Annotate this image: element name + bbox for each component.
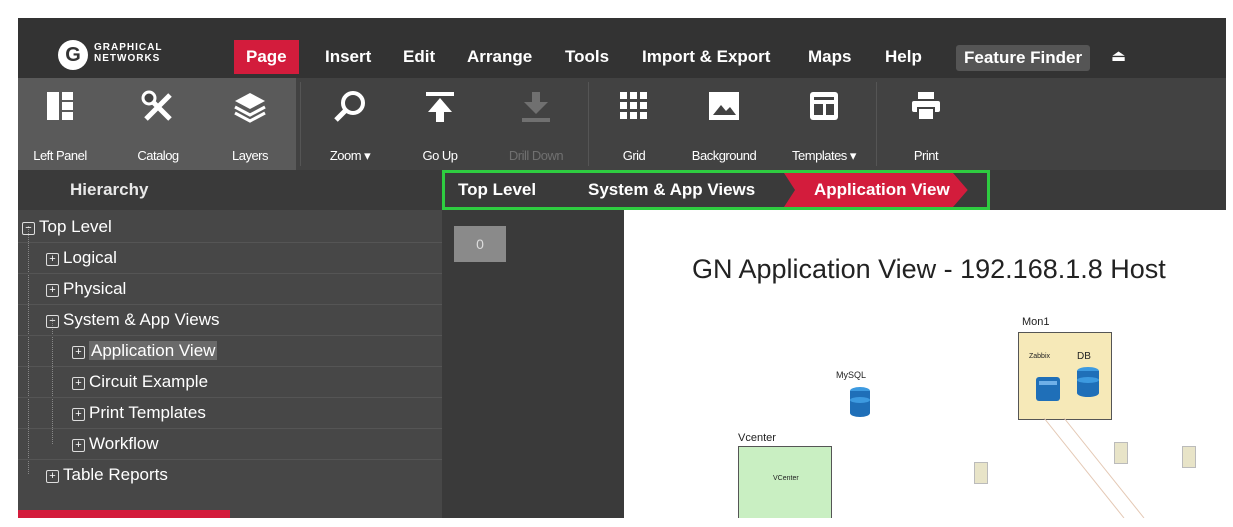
catalog-label: Catalog [137, 148, 179, 163]
menu-maps[interactable]: Maps [796, 40, 863, 74]
tree-node-table-reports[interactable]: + Table Reports [46, 460, 168, 490]
layers-label: Layers [231, 148, 269, 163]
menu-arrange[interactable]: Arrange [455, 40, 544, 74]
image-icon [684, 90, 764, 126]
expand-toggle-icon[interactable]: + [72, 408, 85, 421]
hierarchy-title: Hierarchy [18, 170, 442, 210]
connection-lines [1043, 417, 1145, 518]
layers-icon [210, 90, 290, 126]
print-button[interactable]: Print [886, 78, 966, 170]
menu-help[interactable]: Help [873, 40, 934, 74]
layers-button[interactable]: Layers [210, 78, 290, 170]
tree-node-application-view[interactable]: + Application View [72, 336, 218, 366]
tree-node-label: Circuit Example [89, 372, 209, 391]
logo-text: GRAPHICAL NETWORKS [94, 42, 162, 64]
zoom-label: Zoom ▾ [329, 148, 371, 163]
tree-node-label: System & App Views [63, 310, 220, 329]
menu-import-export[interactable]: Import & Export [630, 40, 782, 74]
background-button[interactable]: Background [684, 78, 764, 170]
arrow-down-icon [496, 90, 576, 126]
logo-line-2: NETWORKS [94, 53, 161, 64]
eject-icon[interactable]: ⏏ [1111, 46, 1126, 66]
left-panel-button[interactable]: Left Panel [20, 78, 100, 170]
toolbar-divider [588, 82, 589, 166]
wrench-screwdriver-icon [118, 90, 198, 126]
app-window: G GRAPHICAL NETWORKS Page Insert Edit Ar… [18, 18, 1226, 518]
feature-finder-button[interactable]: Feature Finder [956, 45, 1091, 71]
grid-icon [594, 90, 674, 126]
logo-mark: G [58, 40, 88, 70]
tree-node-label: Table Reports [63, 465, 168, 484]
background-label: Background [691, 148, 757, 163]
logo-line-1: GRAPHICAL [94, 42, 163, 53]
toolbar-divider [876, 82, 877, 166]
search-icon [310, 90, 390, 126]
expand-toggle-icon[interactable]: + [72, 346, 85, 359]
tree-node-logical[interactable]: + Logical [46, 243, 117, 273]
side-column: 0 [442, 210, 624, 518]
zoom-button[interactable]: Zoom ▾ [310, 78, 390, 170]
collapse-toggle-icon[interactable]: − [46, 315, 59, 328]
menu-insert[interactable]: Insert [313, 40, 383, 74]
expand-toggle-icon[interactable]: + [46, 284, 59, 297]
drill-down-button[interactable]: Drill Down [496, 78, 576, 170]
printer-icon [886, 90, 966, 126]
tree-node-label-selected: Application View [89, 341, 218, 360]
breadcrumb-highlight [442, 170, 990, 210]
go-up-label: Go Up [422, 148, 458, 163]
tree-node-label: Workflow [89, 434, 159, 453]
tree-node-label: Print Templates [89, 403, 206, 422]
ribbon-toolbar: Left Panel Catalog Layers Zoom ▾ Go Up D… [18, 78, 1226, 170]
print-label: Print [913, 148, 939, 163]
grid-button[interactable]: Grid [594, 78, 674, 170]
expand-toggle-icon[interactable]: + [72, 377, 85, 390]
tree-node-physical[interactable]: + Physical [46, 274, 126, 304]
catalog-button[interactable]: Catalog [118, 78, 198, 170]
tree-node-label: Physical [63, 279, 127, 298]
go-up-button[interactable]: Go Up [400, 78, 480, 170]
left-panel-label: Left Panel [33, 148, 87, 163]
tree-node-system-app-views[interactable]: − System & App Views [46, 305, 220, 335]
expand-toggle-icon[interactable]: + [72, 439, 85, 452]
arrow-up-icon [400, 90, 480, 126]
menu-page[interactable]: Page [234, 40, 299, 74]
hierarchy-panel: Hierarchy − Top Level + Logical + Physical … [18, 170, 442, 518]
diagram-canvas[interactable]: GN Application View - 192.168.1.8 Host M… [624, 210, 1226, 518]
menu-edit[interactable]: Edit [391, 40, 447, 74]
template-icon [784, 90, 864, 126]
collapse-toggle-icon[interactable]: − [22, 222, 35, 235]
drill-down-label: Drill Down [508, 148, 564, 163]
toolbar-divider [300, 82, 301, 166]
counter-box[interactable]: 0 [454, 226, 506, 262]
tree-node-circuit-example[interactable]: + Circuit Example [72, 367, 208, 397]
menu-tools[interactable]: Tools [553, 40, 621, 74]
expand-toggle-icon[interactable]: + [46, 253, 59, 266]
left-panel-icon [20, 90, 100, 126]
tree-node-top-level[interactable]: − Top Level [22, 212, 112, 242]
tree-node-workflow[interactable]: + Workflow [72, 429, 159, 459]
expand-toggle-icon[interactable]: + [46, 470, 59, 483]
templates-button[interactable]: Templates ▾ [784, 78, 864, 170]
tree-node-label: Logical [63, 248, 117, 267]
tree-node-label: Top Level [39, 217, 112, 236]
templates-label: Templates ▾ [792, 148, 856, 163]
tree-connector [28, 226, 29, 474]
tree-connector [52, 318, 53, 444]
grid-label: Grid [622, 148, 646, 163]
tree-node-print-templates[interactable]: + Print Templates [72, 398, 206, 428]
status-indicator-bar [18, 510, 230, 518]
menu-bar: G GRAPHICAL NETWORKS Page Insert Edit Ar… [18, 18, 1226, 78]
